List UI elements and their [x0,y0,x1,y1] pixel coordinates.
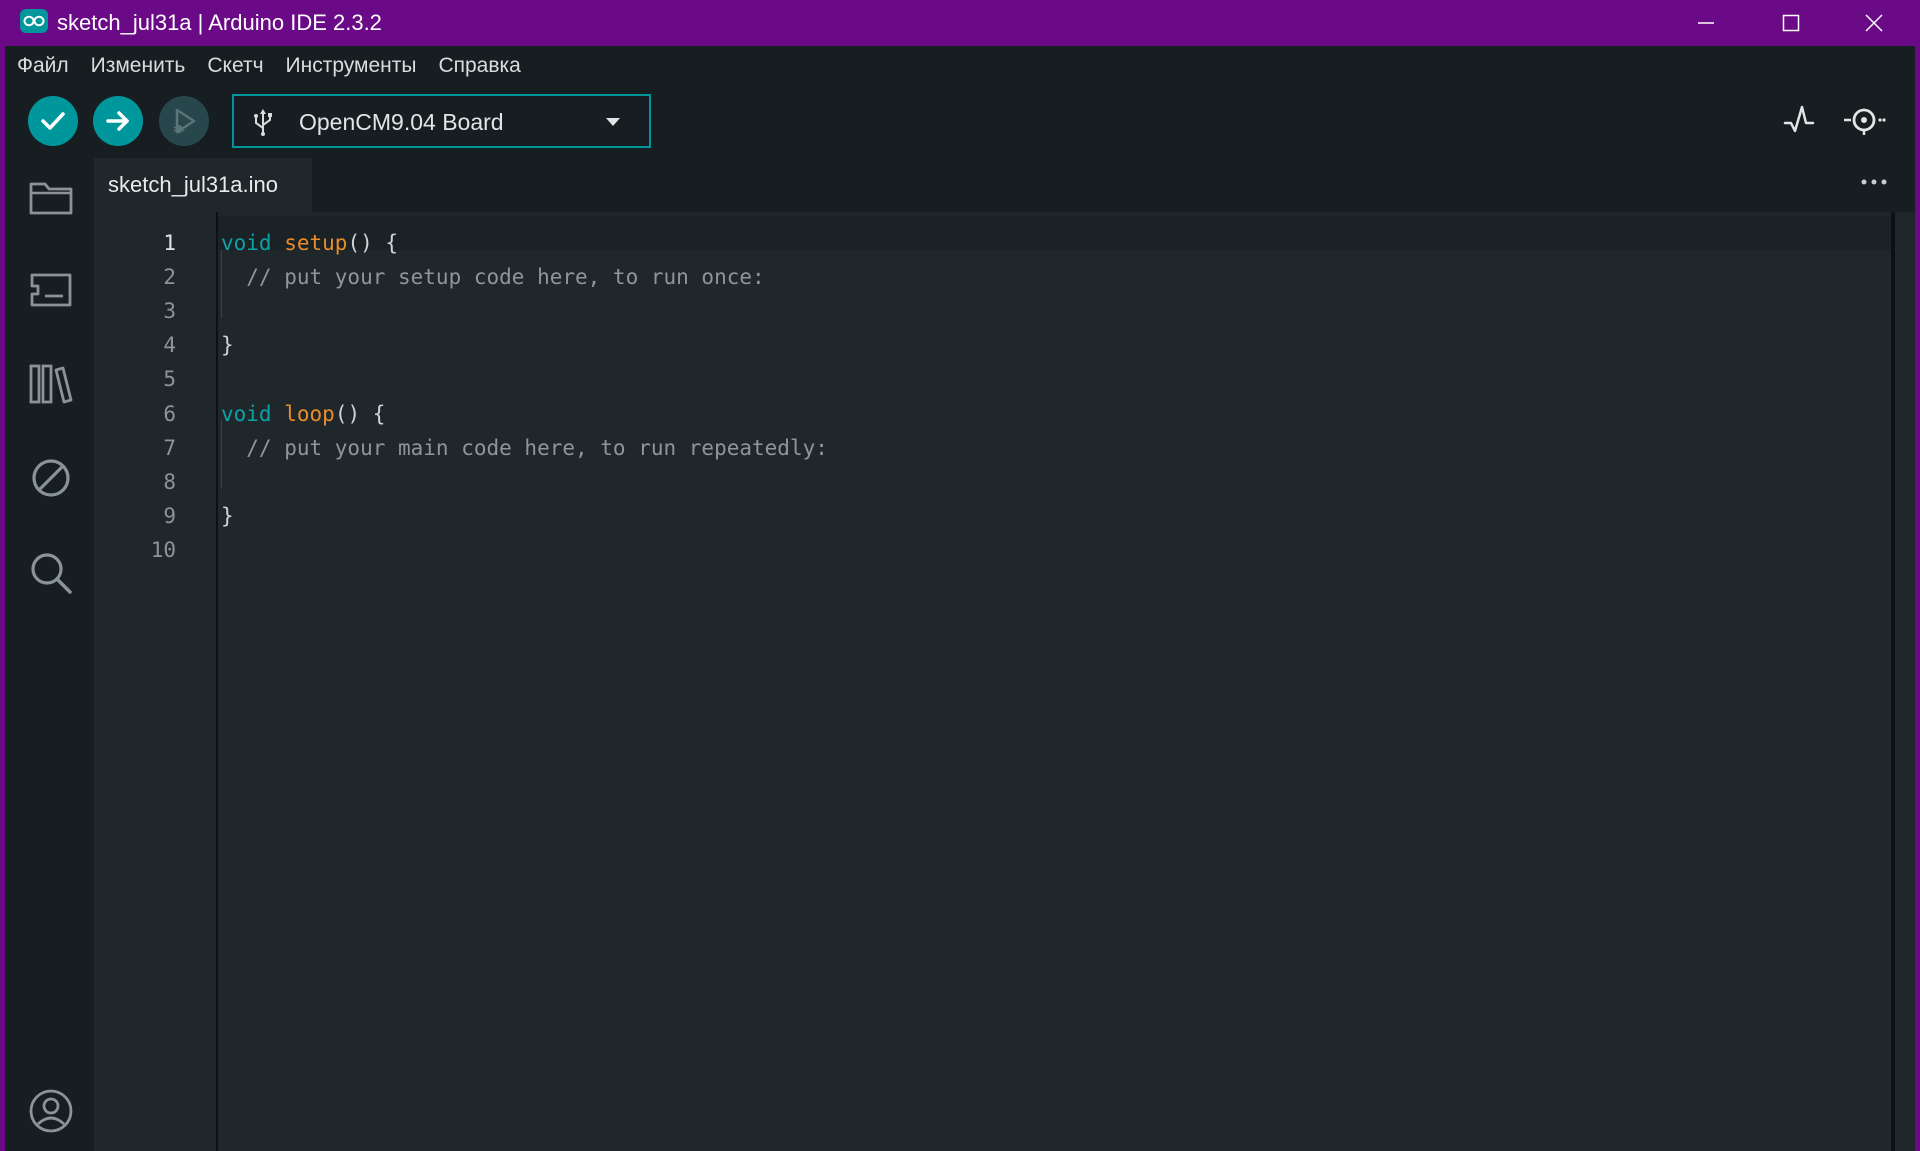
arduino-logo-icon [20,9,48,33]
close-button[interactable] [1833,0,1915,46]
menu-bar: Файл Изменить Скетч Инструменты Справка [5,46,1915,86]
code-line: void setup() { [221,231,398,255]
upload-button[interactable] [93,96,143,146]
boards-manager-button[interactable] [27,266,75,314]
line-number: 4 [163,333,176,357]
serial-monitor-icon [1844,108,1886,135]
code-line: } [221,504,234,528]
check-icon [41,112,65,130]
line-number: 3 [163,299,176,323]
tab-more-button[interactable] [1854,166,1894,198]
tab-sketch-file[interactable]: sketch_jul31a.ino [94,158,312,212]
menu-file[interactable]: Файл [17,54,69,78]
search-button[interactable] [27,549,75,597]
line-number: 1 [163,231,176,255]
debug-button[interactable] [159,96,209,146]
tab-label: sketch_jul31a.ino [108,172,279,197]
editor-tab-bar: sketch_jul31a.ino [94,152,1915,212]
line-number-gutter: 1 2 3 4 5 6 7 8 9 10 [94,212,217,1151]
search-icon [31,553,72,594]
minimize-button[interactable] [1665,0,1747,46]
arrow-right-icon [106,111,129,131]
toolbar: OpenCM9.04 Board [5,86,1915,152]
debug-icon [173,108,196,134]
account-icon [29,1089,73,1133]
debug-disabled-icon [32,459,70,497]
serial-plotter-icon [1783,105,1815,133]
line-number: 6 [163,402,176,426]
code-comment: // put your setup code here, to run once… [221,265,765,289]
menu-edit[interactable]: Изменить [91,54,186,78]
line-number: 8 [163,470,176,494]
editor-area: sketch_jul31a.ino 1 2 3 4 5 6 7 8 9 10 v… [94,152,1915,1151]
line-number: 10 [150,538,176,562]
function-name: setup [284,231,348,255]
line-number: 9 [163,504,176,528]
gutter-divider [216,212,218,1151]
close-icon [1865,14,1883,32]
folder-icon [29,182,73,215]
activity-sidebar [5,152,94,1151]
minimize-icon [1698,22,1714,24]
maximize-button[interactable] [1750,0,1832,46]
line-number: 7 [163,436,176,460]
serial-monitor-button[interactable] [1841,100,1887,140]
code-editor[interactable]: void setup() { // put your setup code he… [221,212,1891,1151]
board-name: OpenCM9.04 Board [299,109,504,135]
board-selector[interactable]: OpenCM9.04 Board [232,94,651,148]
menu-help[interactable]: Справка [438,54,520,78]
window-title: sketch_jul31a | Arduino IDE 2.3.2 [57,10,382,35]
menu-sketch[interactable]: Скетч [207,54,263,78]
line-number: 2 [163,265,176,289]
library-manager-icon [29,364,73,404]
code-text: () { [347,231,399,255]
library-manager-button[interactable] [27,360,75,408]
account-button[interactable] [27,1087,75,1135]
sketchbook-button[interactable] [27,173,75,221]
usb-icon [254,109,272,136]
more-horizontal-icon [1861,179,1887,185]
maximize-icon [1782,14,1800,32]
code-text: () { [334,402,386,426]
boards-manager-icon [30,273,72,307]
line-number: 5 [163,367,176,391]
chevron-down-icon [606,118,620,126]
arduino-ide-window: sketch_jul31a | Arduino IDE 2.3.2 Файл И… [5,0,1915,1151]
function-name: loop [284,402,335,426]
keyword: void [221,231,272,255]
code-comment: // put your main code here, to run repea… [221,436,828,460]
editor-scrollbar[interactable] [1891,212,1895,1151]
title-bar: sketch_jul31a | Arduino IDE 2.3.2 [5,0,1915,46]
menu-tools[interactable]: Инструменты [286,54,417,78]
serial-plotter-button[interactable] [1779,100,1819,140]
keyword: void [221,402,272,426]
code-line: void loop() { [221,402,385,426]
debug-panel-button[interactable] [27,454,75,502]
verify-button[interactable] [28,96,78,146]
code-line: } [221,333,234,357]
